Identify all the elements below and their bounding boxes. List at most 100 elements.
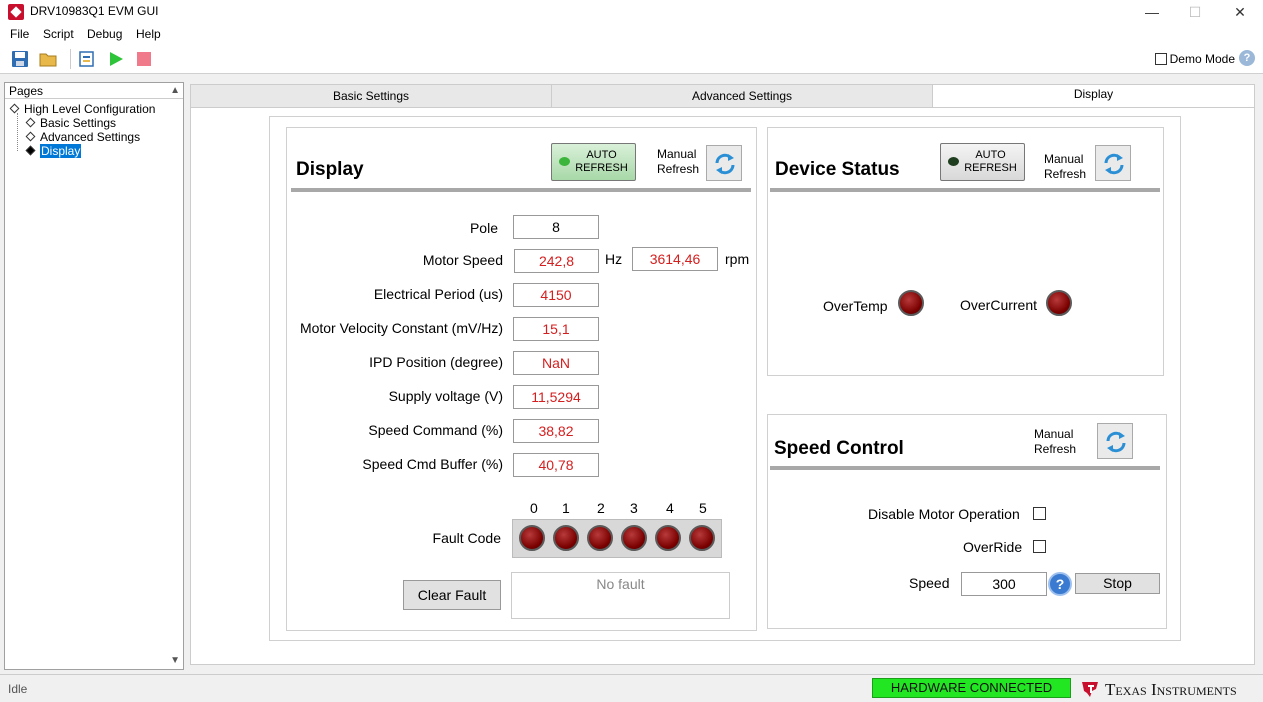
speed-control-title: Speed Control — [774, 438, 904, 459]
pole-value: 8 — [513, 215, 599, 239]
speed-cmd-buffer-label: Speed Cmd Buffer (%) — [362, 456, 503, 472]
manual-refresh-line2: Refresh — [1044, 167, 1087, 181]
pages-header-label: Pages — [9, 84, 44, 98]
tab-advanced-settings[interactable]: Advanced Settings — [551, 84, 933, 108]
menu-script[interactable]: Script — [43, 27, 74, 41]
tree-item-basic-settings[interactable]: Basic Settings — [25, 116, 117, 130]
overtemp-led — [898, 290, 924, 316]
manual-refresh-line1: Manual — [657, 147, 697, 161]
ti-brand-text: Texas Instruments — [1105, 680, 1237, 699]
speed-refresh-button[interactable] — [1097, 423, 1133, 459]
toolbar: Demo Mode ? — [0, 44, 1263, 74]
auto-refresh-led-icon — [948, 157, 959, 166]
menu-file[interactable]: File — [10, 27, 29, 41]
fault-bit-label: 5 — [699, 500, 707, 516]
menu-debug[interactable]: Debug — [87, 27, 122, 41]
disable-motor-checkbox[interactable] — [1033, 507, 1046, 520]
auto-refresh-line1: AUTO — [586, 149, 617, 161]
save-icon[interactable] — [11, 50, 29, 68]
display-manual-refresh-label: Manual Refresh — [657, 147, 699, 177]
demo-mode-checkbox[interactable]: Demo Mode — [1154, 52, 1235, 66]
fault-bit-label: 4 — [666, 500, 674, 516]
fault-bit-label: 0 — [530, 500, 538, 516]
tree-node-icon — [25, 145, 36, 156]
hz-unit: Hz — [605, 251, 623, 267]
speed-label: Speed — [909, 575, 950, 591]
tree-item-label: Display — [40, 144, 82, 158]
speed-input[interactable]: 300 — [961, 572, 1047, 596]
fault-led-1 — [553, 525, 579, 551]
speed-control-rule — [770, 466, 1160, 470]
tree-item-display[interactable]: Display — [25, 144, 82, 158]
tab-basic-settings[interactable]: Basic Settings — [190, 84, 552, 108]
ipd-position-value: NaN — [513, 351, 599, 375]
manual-refresh-line2: Refresh — [657, 162, 700, 176]
fault-led-3 — [621, 525, 647, 551]
device-status-title: Device Status — [775, 159, 900, 180]
manual-refresh-line2: Refresh — [1034, 442, 1077, 456]
toolbar-separator — [70, 49, 71, 69]
script-run-icon[interactable] — [78, 50, 96, 68]
speed-command-label: Speed Command (%) — [368, 422, 503, 438]
display-auto-refresh-button[interactable]: AUTO REFRESH — [551, 143, 636, 181]
motor-speed-label: Motor Speed — [422, 252, 503, 268]
device-status-rule — [770, 188, 1160, 192]
stop-icon[interactable] — [135, 50, 153, 68]
hardware-connected-indicator: HARDWARE CONNECTED — [872, 678, 1071, 698]
display-title-rule — [291, 188, 751, 192]
auto-refresh-line2: REFRESH — [575, 162, 628, 174]
device-refresh-button[interactable] — [1095, 145, 1131, 181]
clear-fault-button[interactable]: Clear Fault — [403, 580, 501, 610]
device-manual-refresh-label: Manual Refresh — [1044, 152, 1086, 182]
ipd-position-label: IPD Position (degree) — [369, 354, 503, 370]
electrical-period-label: Electrical Period (us) — [373, 286, 503, 302]
tree-connector — [17, 113, 18, 151]
pages-header: Pages — [5, 83, 183, 99]
speed-help-icon[interactable]: ? — [1048, 572, 1072, 596]
minimize-button[interactable]: — — [1129, 0, 1175, 24]
help-icon[interactable]: ? — [1239, 50, 1255, 66]
override-checkbox[interactable] — [1033, 540, 1046, 553]
display-refresh-button[interactable] — [706, 145, 742, 181]
manual-refresh-line1: Manual — [1044, 152, 1084, 166]
menu-help[interactable]: Help — [136, 27, 161, 41]
app-icon — [8, 4, 24, 20]
fault-code-label: Fault Code — [432, 530, 501, 546]
device-auto-refresh-button[interactable]: AUTO REFRESH — [940, 143, 1025, 181]
tab-display[interactable]: Display — [932, 84, 1255, 108]
title-bar: DRV10983Q1 EVM GUI — ☐ ✕ — [0, 0, 1263, 24]
maximize-button[interactable]: ☐ — [1172, 0, 1218, 24]
motor-speed-hz-value: 242,8 — [514, 249, 599, 273]
tree-item-label: Advanced Settings — [40, 130, 141, 144]
tree-node-icon — [25, 131, 36, 142]
stop-button[interactable]: Stop — [1075, 573, 1160, 594]
ti-logo-icon — [1082, 682, 1098, 697]
rpm-unit: rpm — [725, 251, 750, 267]
refresh-icon — [1104, 153, 1124, 175]
manual-refresh-line1: Manual — [1034, 427, 1074, 441]
tab-bar: Basic Settings Advanced Settings Display — [190, 84, 1255, 108]
overcurrent-label: OverCurrent — [960, 297, 1038, 313]
tree-item-label: Basic Settings — [40, 116, 117, 130]
fault-bit-label: 2 — [597, 500, 605, 516]
scroll-down-icon[interactable]: ▼ — [170, 655, 180, 666]
speed-manual-refresh-label: Manual Refresh — [1034, 427, 1076, 457]
supply-voltage-value: 11,5294 — [513, 385, 599, 409]
refresh-icon — [1106, 431, 1126, 453]
fault-bit-label: 3 — [630, 500, 638, 516]
scroll-up-icon[interactable]: ▲ — [170, 85, 180, 96]
disable-motor-label: Disable Motor Operation — [868, 506, 1020, 522]
supply-voltage-label: Supply voltage (V) — [388, 388, 503, 404]
status-bar: Idle HARDWARE CONNECTED Texas Instrument… — [0, 674, 1263, 702]
fault-bit-label: 1 — [562, 500, 570, 516]
close-button[interactable]: ✕ — [1217, 0, 1263, 24]
play-icon[interactable] — [107, 50, 125, 68]
texas-instruments-logo: Texas Instruments — [1080, 679, 1237, 700]
tree-item-high-level-configuration[interactable]: High Level Configuration — [9, 102, 155, 116]
open-folder-icon[interactable] — [39, 50, 57, 68]
tree-item-advanced-settings[interactable]: Advanced Settings — [25, 130, 141, 144]
demo-mode-box[interactable] — [1154, 53, 1167, 65]
refresh-icon — [715, 153, 735, 175]
speed-command-value: 38,82 — [513, 419, 599, 443]
menu-bar: File Script Debug Help — [0, 24, 1263, 44]
